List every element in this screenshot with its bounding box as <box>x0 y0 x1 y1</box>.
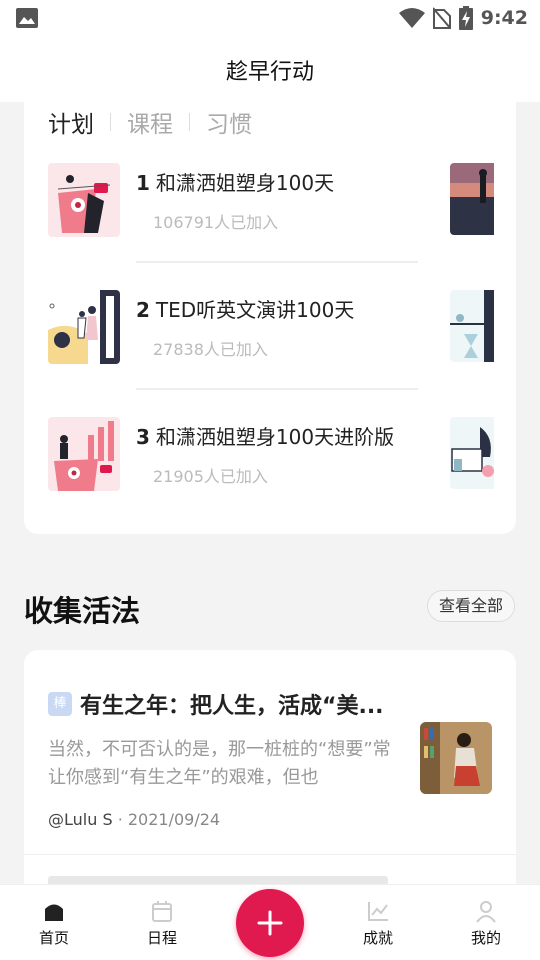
featured-badge: 棒 <box>48 692 72 716</box>
article-excerpt: 当然，不可否认的是，那一桩桩的“想要”常让你感到“有生之年”的艰难，但也 <box>48 739 391 788</box>
list-divider <box>24 854 516 855</box>
gallery-icon <box>16 8 38 28</box>
plan-name: 3 和潇洒姐塑身100天进阶版 <box>136 425 395 449</box>
tab-divider <box>110 113 111 131</box>
user-icon <box>476 901 496 923</box>
plan-join-count: 21905人已加入 <box>153 467 268 486</box>
app-header: 趁早行动 <box>0 36 540 102</box>
plus-icon <box>257 910 283 936</box>
no-sim-icon <box>432 7 451 29</box>
next-article-preview <box>48 876 388 884</box>
plan-tabs: 计划 课程 习惯 <box>48 104 252 140</box>
clock: 9:42 <box>480 7 528 29</box>
battery-icon <box>458 6 473 30</box>
article-card[interactable]: 棒 有生之年：把人生，活成“美... 当然，不可否认的是，那一桩桩的“想要”常让… <box>24 650 516 884</box>
plan-thumbnail <box>48 163 120 237</box>
plan-name: 1 和潇洒姐塑身100天 <box>136 171 335 195</box>
view-all-button[interactable]: 查看全部 <box>427 590 515 622</box>
article-meta: @Lulu S · 2021/09/24 <box>48 810 220 829</box>
nav-home[interactable]: 首页 <box>24 899 84 948</box>
plan-join-count: 106791人已加入 <box>153 213 279 232</box>
nav-profile[interactable]: 我的 <box>456 899 516 948</box>
nav-label: 日程 <box>146 929 177 947</box>
plan-side-image <box>450 290 494 362</box>
plan-side-image <box>450 417 494 489</box>
tab-course[interactable]: 课程 <box>127 105 173 139</box>
article-author[interactable]: @Lulu S <box>48 810 113 829</box>
plan-card: 计划 课程 习惯 1 和潇洒姐塑身100天 106791人已加入 2 TED听英… <box>24 102 516 534</box>
tab-habit[interactable]: 习惯 <box>206 105 252 139</box>
plan-item[interactable]: 1 和潇洒姐塑身100天 106791人已加入 <box>48 163 516 243</box>
nav-label: 首页 <box>38 929 69 947</box>
page-title: 趁早行动 <box>225 60 314 85</box>
plan-thumbnail <box>48 417 120 491</box>
plan-item[interactable]: 2 TED听英文演讲100天 27838人已加入 <box>48 290 516 370</box>
nav-schedule[interactable]: 日程 <box>132 899 192 948</box>
list-divider <box>136 388 418 390</box>
article-image <box>420 722 492 794</box>
tab-divider <box>189 113 190 131</box>
section-title: 收集活法 <box>24 594 141 628</box>
plan-thumbnail <box>48 290 120 364</box>
add-button[interactable] <box>236 889 304 957</box>
status-bar: 9:42 <box>0 0 540 36</box>
plan-name: 2 TED听英文演讲100天 <box>136 298 355 322</box>
tab-plan[interactable]: 计划 <box>48 105 94 139</box>
plan-item[interactable]: 3 和潇洒姐塑身100天进阶版 21905人已加入 <box>48 417 516 497</box>
bottom-nav: 首页 日程 成就 我的 <box>0 884 540 960</box>
article-title[interactable]: 有生之年：把人生，活成“美... <box>80 688 410 720</box>
nav-label: 我的 <box>470 929 501 947</box>
wifi-icon <box>398 8 425 28</box>
plan-side-image <box>450 163 494 235</box>
plan-join-count: 27838人已加入 <box>153 340 268 359</box>
list-divider <box>136 261 418 263</box>
article-date: · 2021/09/24 <box>112 810 221 829</box>
nav-label: 成就 <box>362 929 393 947</box>
nav-achievement[interactable]: 成就 <box>348 899 408 948</box>
chart-icon <box>368 902 388 921</box>
home-icon <box>45 904 63 921</box>
calendar-icon <box>152 901 172 922</box>
